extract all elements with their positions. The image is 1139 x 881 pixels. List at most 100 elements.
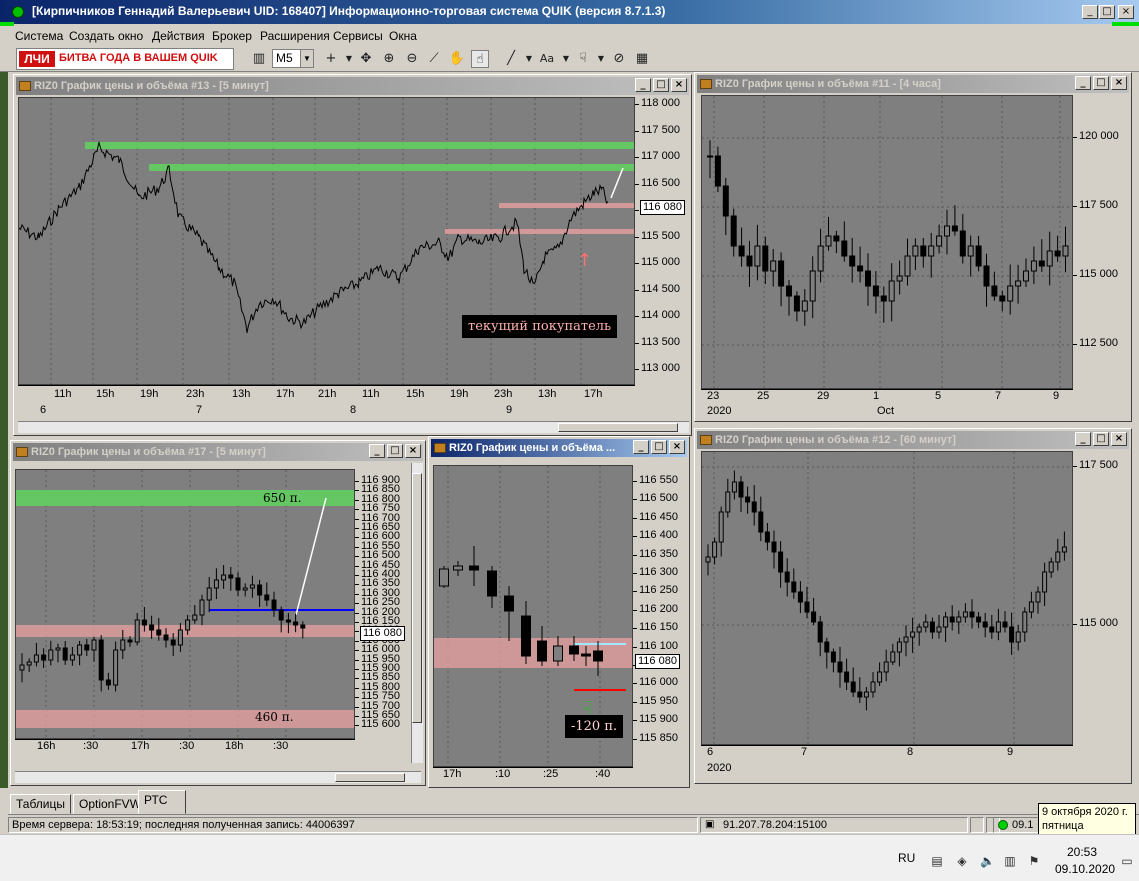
candle-body [910, 631, 916, 638]
maximize-button[interactable]: □ [651, 440, 667, 454]
chart-window-11[interactable]: RIZ0 График цены и объёма #11 - [4 часа]… [694, 72, 1132, 422]
minimize-button[interactable]: _ [633, 440, 649, 454]
chart-small-y-axis: 116 550 116 500 116 450 116 400 116 350 116 3… [633, 465, 687, 767]
language-indicator[interactable]: RU [898, 851, 915, 865]
menu-windows[interactable]: Окна [389, 29, 417, 43]
maximize-button[interactable]: □ [1093, 432, 1109, 446]
x-tick-label: 17h [443, 768, 462, 780]
tray-app-icon[interactable]: ▤ [930, 854, 944, 868]
horizontal-scrollbar[interactable] [18, 421, 689, 433]
move-icon[interactable]: ✥ [357, 50, 375, 68]
scroll-thumb[interactable] [335, 773, 405, 782]
chart-17-plot[interactable] [15, 469, 355, 739]
line-tool-icon[interactable]: ╱ [502, 50, 520, 68]
dropdown-arrow-icon[interactable]: ▼ [592, 50, 610, 68]
hide-icon[interactable]: ⊘ [610, 50, 628, 68]
pink-support-zone [499, 203, 634, 208]
chart-window-small-title[interactable]: RIZ0 График цены и объёма ... _ □ × [431, 439, 687, 457]
candle-body [778, 551, 784, 573]
maximize-button[interactable]: □ [1099, 5, 1115, 19]
horizontal-scrollbar[interactable] [15, 771, 421, 783]
candle-body [857, 691, 863, 698]
dropdown-arrow-icon[interactable]: ▼ [520, 50, 538, 68]
tab-optionfvw[interactable]: OptionFVW [73, 794, 148, 814]
maximize-button[interactable]: □ [653, 78, 669, 92]
pointer-icon[interactable]: ☝ [471, 50, 489, 68]
chart-window-13[interactable]: RIZ0 График цены и объёма #13 - [5 минут… [13, 74, 692, 436]
candle-body [962, 611, 968, 618]
tray-package-icon[interactable]: ◈ [955, 854, 969, 868]
close-button[interactable]: × [1111, 432, 1127, 446]
menu-extensions[interactable]: Расширения [260, 29, 330, 43]
candle-body [817, 621, 823, 643]
candle-body [722, 185, 729, 217]
flag-icon[interactable]: ⚑ [1027, 854, 1041, 868]
menu-system[interactable]: Система [15, 29, 63, 43]
close-button[interactable]: × [1118, 5, 1134, 19]
zoom-out-icon[interactable]: ⊖ [403, 50, 421, 68]
chart-window-12[interactable]: RIZ0 График цены и объёма #12 - [60 мину… [694, 428, 1132, 784]
network-tray-icon[interactable]: ▥ [1003, 854, 1017, 868]
minimize-button[interactable]: _ [1075, 76, 1091, 90]
candle-body [249, 584, 255, 589]
chart-type-icon[interactable]: ▥ [250, 50, 268, 68]
clock-time[interactable]: 20:53 [1067, 845, 1097, 859]
app-title-bar: [Кирпичников Геннадий Валерьевич UID: 16… [0, 0, 1139, 24]
chart-window-17[interactable]: RIZ0 График цены и объёма #17 - [5 минут… [10, 440, 426, 786]
close-button[interactable]: × [671, 78, 687, 92]
chart-13-plot[interactable]: ↑ [18, 97, 635, 385]
candle-body [69, 654, 75, 661]
minimize-button[interactable]: _ [1082, 5, 1098, 19]
vertical-scrollbar[interactable] [411, 463, 423, 763]
menu-actions[interactable]: Действия [152, 29, 205, 43]
ruler-icon[interactable]: ⟋ [425, 50, 443, 68]
clock-date[interactable]: 09.10.2020 [1055, 862, 1115, 876]
chart-11-plot[interactable] [701, 95, 1073, 389]
lower-zone-label: 460 п. [255, 710, 294, 724]
candle-body [127, 639, 133, 643]
candle-body [801, 300, 808, 312]
x-tick-label: 1 [873, 390, 880, 402]
close-button[interactable]: × [1111, 76, 1127, 90]
chart-window-12-title[interactable]: RIZ0 График цены и объёма #12 - [60 мину… [697, 431, 1129, 449]
chart-13-y-axis: 118 000117 500117 000116 500116 000115 5… [635, 97, 689, 385]
chart-12-plot[interactable] [701, 451, 1073, 745]
timeframe-select[interactable]: M5 ▼ [272, 49, 314, 68]
minimize-button[interactable]: _ [369, 444, 385, 458]
menu-create-window[interactable]: Создать окно [69, 29, 143, 43]
minimize-button[interactable]: _ [1075, 432, 1091, 446]
dropdown-arrow-icon[interactable]: ▼ [340, 50, 358, 68]
zoom-in-icon[interactable]: ⊕ [380, 50, 398, 68]
hand-icon[interactable]: ✋ [448, 50, 466, 68]
dropdown-arrow-icon[interactable]: ▼ [557, 50, 575, 68]
maximize-button[interactable]: □ [1093, 76, 1109, 90]
status-bar: Время сервера: 18:53:19; последняя получ… [8, 814, 1139, 834]
maximize-button[interactable]: □ [387, 444, 403, 458]
chart-window-17-title[interactable]: RIZ0 График цены и объёма #17 - [5 минут… [13, 443, 423, 461]
menu-broker[interactable]: Брокер [212, 29, 252, 43]
crosshair-icon[interactable]: + [322, 50, 340, 68]
x-tick-label: 9 [1053, 390, 1060, 402]
clear-icon[interactable]: ▦ [633, 50, 651, 68]
close-button[interactable]: × [405, 444, 421, 458]
chart-window-small[interactable]: RIZ0 График цены и объёма ... _ □ × ☟ 11… [428, 436, 690, 788]
finger-icon[interactable]: ☟ [574, 50, 592, 68]
promo-banner[interactable]: ЛЧИ БИТВА ГОДА В ВАШЕМ QUIK [16, 48, 234, 70]
chart-window-11-title[interactable]: RIZ0 График цены и объёма #11 - [4 часа]… [697, 75, 1129, 93]
text-tool-icon[interactable]: Aa [538, 50, 556, 68]
tab-rts[interactable]: РТС [138, 790, 186, 814]
tab-tables[interactable]: Таблицы [10, 794, 72, 814]
volume-icon[interactable]: 🔈 [980, 854, 995, 868]
minimize-button[interactable]: _ [635, 78, 651, 92]
scroll-thumb[interactable] [412, 473, 422, 723]
show-desktop-icon[interactable]: ▭ [1120, 854, 1134, 868]
candle-body [521, 615, 531, 657]
menu-services[interactable]: Сервисы [333, 29, 383, 43]
chart-window-13-title[interactable]: RIZ0 График цены и объёма #13 - [5 минут… [16, 77, 689, 95]
x-tick-label: 23 [707, 390, 720, 402]
window-title-text: RIZ0 График цены и объёма #13 - [5 минут… [34, 80, 269, 92]
x-tick-label: 5 [935, 390, 942, 402]
scroll-thumb[interactable] [558, 423, 678, 432]
candle-body [581, 653, 591, 657]
close-button[interactable]: × [669, 440, 685, 454]
